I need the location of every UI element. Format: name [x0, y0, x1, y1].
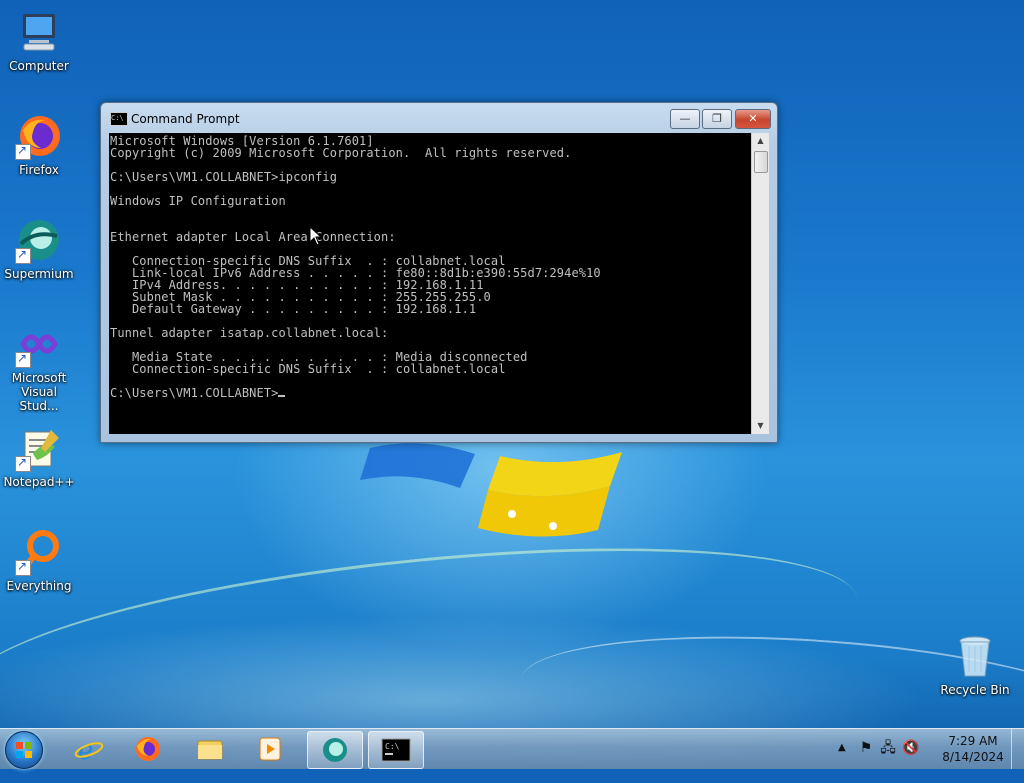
shortcut-arrow-icon [15, 455, 31, 472]
start-button[interactable] [5, 731, 43, 769]
scroll-thumb[interactable] [754, 151, 768, 173]
desktop-icon-label: Microsoft Visual Stud... [11, 371, 67, 413]
console-cursor [278, 395, 286, 397]
desktop-icon-everything[interactable]: Everything [0, 528, 78, 593]
windows-logo-wallpaper [360, 443, 622, 537]
cmd-icon: C:\ [381, 738, 411, 762]
windows-logo-icon [16, 742, 32, 758]
firefox-icon [136, 737, 160, 761]
window-titlebar[interactable]: C:\ Command Prompt — ❐ ✕ [101, 103, 777, 133]
taskbar-command-prompt[interactable]: C:\ [368, 731, 424, 769]
desktop-icon-label: Firefox [19, 163, 59, 177]
firefox-icon [15, 112, 63, 160]
desktop-icon-label: Notepad++ [3, 475, 75, 489]
notepad-plus-plus-icon [15, 424, 63, 472]
taskbar-media-player[interactable] [243, 731, 297, 767]
desktop-icon-computer[interactable]: Computer [0, 8, 78, 73]
desktop-icon-firefox[interactable]: Firefox [0, 112, 78, 177]
cmd-icon: C:\ [110, 112, 128, 126]
minimize-button[interactable]: — [670, 109, 700, 129]
command-prompt-window[interactable]: C:\ Command Prompt — ❐ ✕ Microsoft Windo… [100, 102, 778, 443]
desktop-icon-label: Everything [6, 579, 72, 593]
window-title: Command Prompt [131, 112, 240, 126]
clock[interactable]: 7:29 AM 8/14/2024 [938, 733, 1008, 765]
media-player-icon [259, 737, 281, 761]
action-center-flag-icon[interactable]: ⚑ [858, 740, 874, 756]
visual-studio-icon [15, 320, 63, 368]
computer-icon [15, 8, 63, 56]
desktop-icon-supermium[interactable]: Supermium [0, 216, 78, 281]
taskbar-file-explorer[interactable] [183, 731, 237, 767]
taskbar: e C:\ ▲ ⚑ 🖧 🔇 7:29 AM 8/14/2024 [0, 728, 1024, 769]
console-text: Microsoft Windows [Version 6.1.7601] Cop… [110, 134, 601, 400]
show-hidden-icons-arrow[interactable]: ▲ [838, 742, 846, 753]
close-button[interactable]: ✕ [735, 109, 771, 129]
desktop-icon-recycle-bin[interactable]: Recycle Bin [936, 632, 1014, 697]
clock-date: 8/14/2024 [942, 750, 1004, 764]
recycle-bin-icon [951, 632, 999, 680]
internet-explorer-icon: e [74, 736, 104, 763]
shortcut-arrow-icon [15, 143, 31, 160]
shortcut-arrow-icon [15, 559, 31, 576]
vertical-scrollbar[interactable]: ▲ ▼ [751, 133, 769, 434]
scroll-up-arrow-icon[interactable]: ▲ [752, 133, 769, 149]
desktop-icon-label: Computer [9, 59, 69, 73]
svg-text:C:\: C:\ [385, 742, 400, 751]
desktop-icon-notepad-plus-plus[interactable]: Notepad++ [0, 424, 78, 489]
mouse-pointer-icon [309, 226, 323, 246]
taskbar-supermium[interactable] [307, 731, 363, 769]
desktop-icon-label: Recycle Bin [940, 683, 1010, 697]
desktop-icon-label: Supermium [4, 267, 74, 281]
everything-search-icon [15, 528, 63, 576]
network-icon[interactable]: 🖧 [880, 740, 896, 756]
shortcut-arrow-icon [15, 247, 31, 264]
supermium-icon [15, 216, 63, 264]
supermium-icon [323, 738, 347, 762]
show-desktop-button[interactable] [1011, 729, 1024, 769]
console-output[interactable]: Microsoft Windows [Version 6.1.7601] Cop… [109, 133, 751, 434]
maximize-button[interactable]: ❐ [702, 109, 732, 129]
shortcut-arrow-icon [15, 351, 31, 368]
taskbar-internet-explorer[interactable]: e [62, 731, 116, 767]
desktop-icon-visual-studio[interactable]: Microsoft Visual Stud... [0, 320, 78, 413]
taskbar-firefox[interactable] [121, 731, 175, 767]
scroll-down-arrow-icon[interactable]: ▼ [752, 418, 769, 434]
volume-muted-icon[interactable]: 🔇 [902, 740, 919, 756]
clock-time: 7:29 AM [948, 734, 998, 748]
folder-icon [197, 740, 223, 760]
system-tray: ▲ ⚑ 🖧 🔇 7:29 AM 8/14/2024 [834, 729, 1024, 769]
